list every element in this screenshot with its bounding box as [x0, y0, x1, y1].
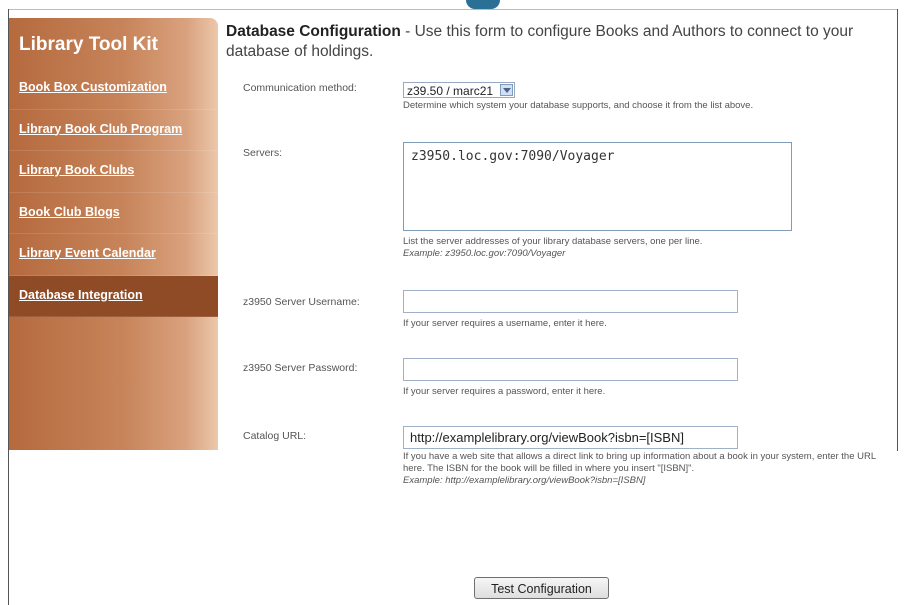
- sidebar-item-book-club-blogs[interactable]: Book Club Blogs: [9, 193, 218, 234]
- frame-top-border: [8, 9, 898, 10]
- test-configuration-button[interactable]: Test Configuration: [474, 577, 609, 599]
- communication-method-select[interactable]: z39.50 / marc21: [403, 82, 515, 98]
- servers-hint: List the server addresses of your librar…: [403, 236, 703, 247]
- sidebar-item-label: Library Event Calendar: [19, 246, 156, 260]
- frame-right-border: [897, 9, 898, 451]
- catalog-url-example: Example: http://examplelibrary.org/viewB…: [403, 475, 646, 486]
- top-bar: [0, 0, 907, 9]
- sidebar-item-label: Book Box Customization: [19, 80, 167, 94]
- username-input[interactable]: [403, 290, 738, 313]
- page-heading: Database Configuration - Use this form t…: [226, 22, 866, 62]
- sidebar-item-library-event-calendar[interactable]: Library Event Calendar: [9, 234, 218, 276]
- password-label: z3950 Server Password:: [243, 362, 358, 374]
- username-hint: If your server requires a username, ente…: [403, 318, 607, 329]
- password-input[interactable]: [403, 358, 738, 381]
- sidebar-item-label: Database Integration: [19, 287, 143, 302]
- catalog-url-hint: If you have a web site that allows a dir…: [403, 451, 876, 474]
- communication-method-value: z39.50 / marc21: [407, 84, 494, 98]
- sidebar-item-database-integration[interactable]: Database Integration: [9, 275, 218, 317]
- sidebar-item-library-book-clubs[interactable]: Library Book Clubs: [9, 151, 218, 193]
- catalog-url-label: Catalog URL:: [243, 430, 307, 442]
- communication-method-label: Communication method:: [243, 82, 357, 94]
- sidebar-item-label: Library Book Club Program: [19, 121, 183, 136]
- servers-example: Example: z3950.loc.gov:7090/Voyager: [403, 248, 566, 259]
- sidebar-item-label: Library Book Clubs: [19, 163, 135, 177]
- sidebar-title: Library Tool Kit: [19, 34, 158, 55]
- sidebar-item-library-book-club-program[interactable]: Library Book Club Program: [9, 110, 218, 151]
- page-title: Database Configuration: [226, 23, 401, 40]
- servers-textarea[interactable]: z3950.loc.gov:7090/Voyager: [403, 142, 792, 231]
- logo-fragment: [466, 0, 500, 9]
- password-hint: If your server requires a password, ente…: [403, 386, 606, 397]
- catalog-url-input[interactable]: http://examplelibrary.org/viewBook?isbn=…: [403, 426, 738, 449]
- sidebar-item-label: Book Club Blogs: [19, 204, 120, 219]
- sidebar-nav: Book Box Customization Library Book Club…: [9, 68, 218, 317]
- servers-label: Servers:: [243, 147, 283, 159]
- communication-method-hint: Determine which system your database sup…: [403, 100, 754, 111]
- username-label: z3950 Server Username:: [243, 296, 360, 308]
- sidebar-item-book-box-customization[interactable]: Book Box Customization: [9, 68, 218, 110]
- chevron-down-icon[interactable]: [500, 84, 513, 96]
